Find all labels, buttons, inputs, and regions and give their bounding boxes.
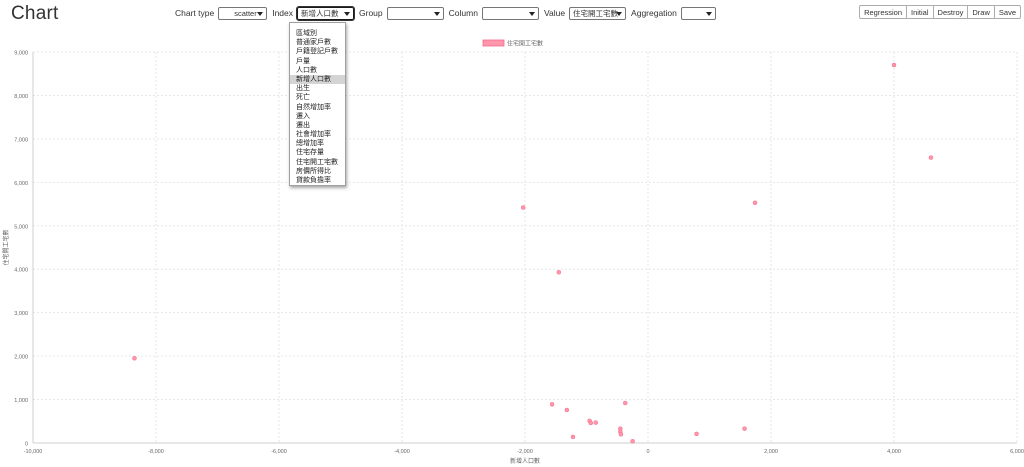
x-axis-title: 新增人口數	[510, 457, 540, 465]
index-option[interactable]: 人口數	[290, 66, 345, 75]
index-option[interactable]: 戶量	[290, 57, 345, 66]
data-point[interactable]	[556, 270, 562, 275]
index-option[interactable]: 普通家戶數	[290, 38, 345, 47]
y-tick-label: 8,000	[14, 94, 28, 100]
index-option[interactable]: 戶籍登記戶數	[290, 47, 345, 56]
x-tick-label: 0	[646, 449, 649, 455]
data-point[interactable]	[694, 431, 699, 437]
data-point[interactable]	[752, 200, 758, 206]
index-option[interactable]: 總增加率	[290, 139, 345, 148]
scatter-chart: 0 1,000 2,000 3,000 4,000 5,000 6,000 7,000 8,00…	[2, 39, 1024, 466]
index-option[interactable]: 死亡	[290, 93, 345, 102]
index-option[interactable]: 房價所得比	[290, 167, 345, 176]
index-option[interactable]: 自然增加率	[290, 103, 345, 112]
index-option[interactable]: 遷入	[290, 112, 345, 121]
x-tick-label: -2,000	[517, 449, 533, 455]
index-option[interactable]: 出生	[290, 84, 345, 93]
index-option[interactable]: 住宅存量	[290, 148, 345, 157]
data-point[interactable]	[593, 420, 598, 425]
index-option[interactable]: 新增人口數	[290, 74, 345, 85]
x-tick-label: -10,000	[24, 449, 43, 455]
x-tick-label: 4,000	[887, 449, 901, 455]
data-point[interactable]	[570, 434, 576, 440]
data-point[interactable]	[622, 400, 628, 406]
y-axis-title: 住宅開工宅數	[2, 229, 10, 265]
legend-label[interactable]: 住宅開工宅數	[507, 40, 543, 48]
x-tick-label: -4,000	[394, 449, 410, 455]
data-point[interactable]	[132, 356, 137, 361]
index-option[interactable]: 遷出	[290, 121, 345, 130]
y-tick-label: 1,000	[14, 398, 28, 404]
y-tick-label: 6,000	[14, 181, 28, 187]
legend-swatch[interactable]	[482, 39, 505, 47]
y-tick-label: 0	[25, 442, 28, 448]
y-tick-label: 7,000	[14, 137, 28, 143]
index-option[interactable]: 區域別	[290, 29, 345, 38]
data-point[interactable]	[618, 432, 624, 437]
data-point[interactable]	[588, 420, 594, 426]
index-option[interactable]: 社會增加率	[290, 130, 345, 139]
x-tick-label: 6,000	[1010, 449, 1024, 455]
data-point[interactable]	[630, 439, 635, 444]
data-point[interactable]	[742, 426, 747, 431]
data-point[interactable]	[549, 402, 555, 407]
x-tick-label: -8,000	[148, 449, 164, 455]
data-point[interactable]	[891, 62, 897, 68]
y-tick-label: 3,000	[14, 311, 28, 317]
y-tick-label: 4,000	[14, 268, 28, 274]
index-option[interactable]: 貸款負擔率	[290, 176, 345, 185]
data-point[interactable]	[520, 205, 526, 210]
data-point[interactable]	[564, 407, 570, 413]
y-tick-label: 5,000	[14, 224, 28, 230]
x-tick-label: -6,000	[271, 449, 287, 455]
y-tick-label: 9,000	[14, 51, 28, 57]
index-dropdown-list: 區域別 普通家戶數 戶籍登記戶數 戶量 人口數 新增人口數 出生 死亡 自然增加率 遷入 遷出 社會增…	[289, 22, 346, 186]
y-tick-label: 2,000	[14, 355, 28, 361]
data-point[interactable]	[928, 155, 934, 160]
index-option[interactable]: 住宅開工宅數	[290, 158, 345, 167]
x-tick-label: 2,000	[764, 449, 778, 455]
